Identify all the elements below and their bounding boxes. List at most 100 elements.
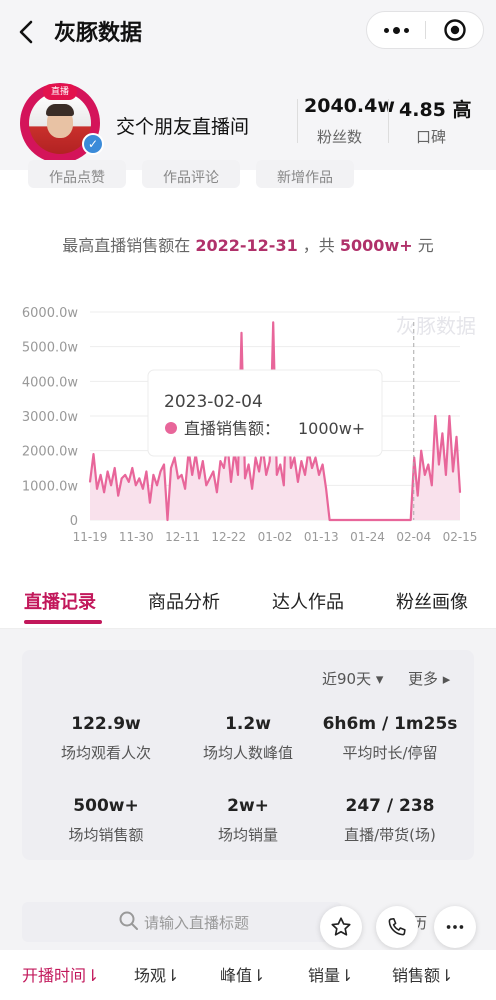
data-point (258, 470, 260, 473)
call-button[interactable] (376, 906, 418, 948)
sort-views[interactable]: 场观⇂ (134, 962, 179, 986)
data-point (416, 494, 419, 497)
tooltip-label: 直播销售额： (184, 419, 280, 438)
data-point (145, 470, 148, 473)
data-point (392, 519, 394, 521)
more-link[interactable]: 更多 ▸ (408, 668, 450, 689)
x-tick-label: 01-24 (350, 530, 385, 544)
stat-value: 500w+ (73, 796, 139, 816)
chip-comments[interactable]: 作品评论 (142, 160, 240, 188)
data-point (441, 432, 444, 435)
data-point (371, 519, 373, 521)
data-point (128, 481, 130, 483)
data-point (424, 474, 426, 476)
live-stats-card: 近90天 ▾ 更多 ▸ 122.9w 场均观看人次 1.2w 场均人数峰值 6h… (22, 650, 474, 860)
stat-value: 1.2w (225, 714, 271, 734)
tab-live-records[interactable]: 直播记录 (24, 588, 96, 614)
data-point (219, 460, 222, 462)
more-options-icon[interactable] (367, 12, 425, 48)
data-point (159, 470, 162, 473)
data-point (339, 519, 342, 521)
tab-creator-works[interactable]: 达人作品 (272, 588, 344, 614)
y-tick-label: 2000.0w (22, 445, 78, 460)
data-point (138, 477, 141, 480)
data-point (279, 463, 282, 466)
tooltip-marker (165, 422, 177, 434)
data-point (110, 484, 112, 487)
data-point (92, 453, 95, 455)
data-point (223, 467, 225, 469)
peak-middle: ，共 (302, 236, 335, 255)
back-arrow-icon[interactable] (14, 18, 40, 46)
chip-likes[interactable]: 作品点赞 (28, 160, 126, 188)
data-point (378, 519, 380, 521)
data-point (202, 460, 204, 462)
x-tick-label: 11-19 (73, 530, 108, 544)
tab-fan-profile[interactable]: 粉丝画像 (396, 588, 468, 614)
data-point (198, 477, 200, 480)
data-point (381, 519, 384, 521)
data-point (247, 463, 250, 466)
sort-peak[interactable]: 峰值⇂ (220, 962, 265, 986)
data-point (117, 494, 119, 497)
close-miniprogram-icon[interactable] (443, 18, 467, 42)
data-point (230, 481, 232, 483)
stat-label: 直播/带货(场) (344, 826, 436, 844)
peak-date: 2022-12-31 (195, 236, 298, 255)
data-point (135, 484, 137, 487)
phone-icon (388, 917, 406, 936)
app-title: 灰豚数据 (54, 21, 143, 46)
tooltip-value: 1000w+ (298, 419, 365, 438)
stat-label: 场均销量 (217, 826, 278, 844)
chip-new-works[interactable]: 新增作品 (256, 160, 354, 188)
live-badge: 直播 (43, 84, 77, 100)
data-point (385, 519, 387, 521)
data-point (191, 474, 193, 476)
tab-bar: 直播记录 商品分析 达人作品 粉丝画像 (0, 570, 496, 629)
data-point (350, 519, 352, 521)
data-point (166, 519, 169, 521)
sort-sales-amount[interactable]: 销售额⇂ (392, 962, 453, 986)
data-point (170, 467, 172, 469)
data-point (388, 519, 391, 521)
time-range-select[interactable]: 近90天 ▾ (322, 668, 383, 689)
data-point (244, 477, 246, 480)
data-point (120, 477, 123, 480)
streamer-name: 交个朋友直播间 (116, 116, 250, 138)
data-point (124, 474, 126, 476)
data-point (409, 519, 412, 521)
x-tick-label: 02-15 (443, 530, 478, 544)
sales-trend-chart[interactable]: 0 1000.0w 2000.0w 3000.0w 4000.0w 5000.0w 6000… (0, 295, 496, 555)
data-point (325, 488, 327, 490)
data-point (290, 467, 292, 469)
data-point (374, 519, 377, 521)
data-point (237, 474, 239, 476)
chart-watermark: 灰豚数据 (396, 314, 476, 338)
y-tick-label: 6000.0w (22, 306, 78, 321)
data-point (184, 488, 186, 490)
data-point (332, 519, 334, 521)
data-point (300, 460, 303, 462)
fans-count-value: 2040.4w (304, 95, 395, 117)
data-point (297, 481, 299, 483)
x-tick-label: 12-22 (211, 530, 246, 544)
data-point (438, 463, 440, 466)
tab-product-analysis[interactable]: 商品分析 (148, 588, 220, 614)
search-input[interactable] (142, 904, 336, 942)
sort-sales-volume[interactable]: 销量⇂ (308, 962, 353, 986)
data-point (240, 332, 243, 334)
y-tick-label: 5000.0w (22, 341, 78, 356)
favorite-button[interactable] (320, 906, 362, 948)
y-tick-label: 0 (70, 514, 78, 529)
data-point (152, 474, 155, 476)
stat-label: 场均观看人次 (60, 744, 151, 762)
sort-start-time[interactable]: 开播时间⇂ (22, 962, 99, 986)
data-point (434, 415, 437, 417)
x-tick-label: 01-02 (258, 530, 293, 544)
more-button[interactable] (434, 906, 476, 948)
data-point (96, 488, 98, 490)
data-point (156, 484, 158, 487)
y-tick-label: 1000.0w (22, 479, 78, 494)
data-point (452, 470, 454, 473)
data-point (420, 449, 423, 452)
